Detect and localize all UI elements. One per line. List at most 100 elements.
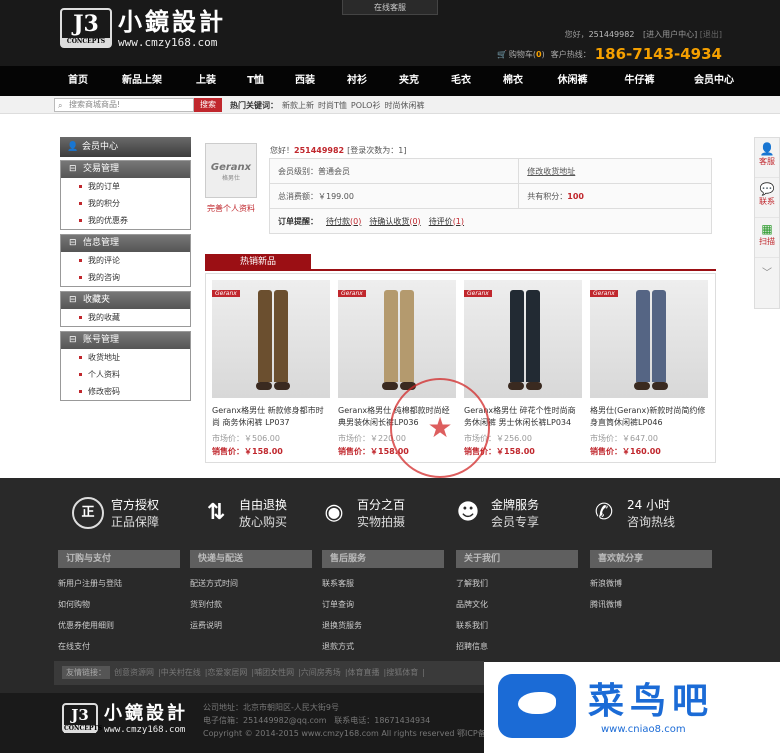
nav-item[interactable]: 新品上架 [110, 66, 174, 96]
footer-link[interactable]: 联系客服 [322, 573, 444, 594]
nav-item[interactable]: 上装 [186, 66, 226, 96]
hot-keyword-link[interactable]: 时尚休闲裤 [384, 101, 424, 110]
sidebar-group-header[interactable]: ⊟ 信息管理 [61, 235, 190, 252]
friend-link[interactable]: |中关村在线 [158, 668, 201, 677]
friend-links: 友情链接： 创意资源网 |中关村在线 |恋爱家居网 |哺团女性网 |六间房秀场 |体育直播 |… [54, 661, 484, 685]
nav-item[interactable]: 棉衣 [493, 66, 533, 96]
market-price: 市场价：￥506.00 [212, 434, 280, 443]
hot-keyword-link[interactable]: POLO衫 [351, 101, 381, 110]
friend-link[interactable]: |搜狐体育 [384, 668, 419, 677]
footer-link[interactable]: 腾讯微博 [590, 594, 712, 615]
complete-profile-link[interactable]: 完善个人资料 [207, 203, 255, 214]
footer-link[interactable]: 品牌文化 [456, 594, 578, 615]
service-line2: 正品保障 [111, 515, 160, 529]
friend-link[interactable]: |体育直播 [345, 668, 380, 677]
footer-column: 喜欢就分享 新浪微博 腾讯微博 [590, 550, 712, 615]
product-name[interactable]: 格男仕(Geranx)新款时尚简约修身直筒休闲裤LP046 [590, 405, 708, 429]
pending-receipt-link[interactable]: 待确认收货(0) [369, 216, 420, 227]
footer-link[interactable]: 如何购物 [58, 594, 180, 615]
cart-link[interactable]: 购物车(0) [509, 49, 545, 60]
footer-link[interactable]: 优惠券使用细则 [58, 615, 180, 636]
product-card[interactable]: Geranx 格男仕(Geranx)新款时尚简约修身直筒休闲裤LP046 市场价：￥… [590, 280, 708, 462]
product-card[interactable]: Geranx Geranx格男仕 新款修身都市时尚 商务休闲裤 LP037 市场价：… [212, 280, 330, 462]
product-image[interactable]: Geranx [212, 280, 330, 398]
product-name[interactable]: Geranx格男仕 新款修身都市时尚 商务休闲裤 LP037 [212, 405, 330, 429]
friend-link[interactable]: 创意资源网 [114, 668, 154, 677]
logo-title: 小鏡設計 [118, 7, 226, 36]
nav-item[interactable]: 夹克 [389, 66, 429, 96]
collapse-icon[interactable]: ⊟ [69, 332, 77, 349]
sidebar-item[interactable]: 我的订单 [61, 178, 190, 195]
nav-item[interactable]: 休闲裤 [545, 66, 600, 96]
tab-hot-new[interactable]: 热销新品 [205, 254, 311, 271]
footer-link[interactable]: 运费说明 [190, 615, 312, 636]
sidebar-item[interactable]: 我的收藏 [61, 309, 190, 326]
nav-item[interactable]: 毛衣 [441, 66, 481, 96]
hot-keyword-link[interactable]: 时尚T恤 [318, 101, 347, 110]
chevron-down-icon[interactable]: ﹀ [755, 258, 779, 279]
footer-link[interactable]: 联系我们 [456, 615, 578, 636]
sidebar-item[interactable]: 收货地址 [61, 349, 190, 366]
sidebar-group-header[interactable]: ⊟ 账号管理 [61, 332, 190, 349]
sale-label: 销售价： [590, 447, 622, 456]
rightbar-contact[interactable]: 💬 联系 [755, 178, 779, 218]
pending-review-link[interactable]: 待评价(1) [429, 216, 464, 227]
sidebar-item[interactable]: 修改密码 [61, 383, 190, 400]
footer-link[interactable]: 新浪微博 [590, 573, 712, 594]
rightbar-service[interactable]: 👤 客服 [755, 138, 779, 178]
search-input[interactable]: ⌕ 搜索商城商品! [54, 98, 194, 112]
service-line1: 自由退换 [239, 498, 288, 512]
footer-link[interactable]: 配送方式时间 [190, 573, 312, 594]
rightbar-scan[interactable]: ▦ 扫描 [755, 218, 779, 258]
sidebar-item[interactable]: 我的评论 [61, 252, 190, 269]
sidebar-group: ⊟ 信息管理 我的评论 我的咨询 [60, 234, 191, 287]
friend-link[interactable]: | [422, 668, 425, 677]
sidebar-item[interactable]: 我的咨询 [61, 269, 190, 286]
pending-payment-link[interactable]: 待付款(0) [326, 216, 361, 227]
search-button[interactable]: 搜索 [194, 98, 222, 112]
sidebar-item[interactable]: 我的积分 [61, 195, 190, 212]
cart-icon[interactable]: 🛒 [497, 50, 507, 59]
user-center-link[interactable]: [进入用户中心] [643, 30, 697, 39]
logout-link[interactable]: [退出] [700, 30, 722, 39]
collapse-icon[interactable]: ⊟ [69, 235, 77, 252]
hot-keyword-link[interactable]: 新款上新 [282, 101, 314, 110]
sidebar-group-title: 收藏夹 [83, 295, 111, 305]
collapse-icon[interactable]: ⊟ [69, 292, 77, 309]
sidebar-group-header[interactable]: ⊟ 交易管理 [61, 161, 190, 178]
site-logo[interactable]: J3 CONCEPTS 小鏡設計 www.cmzy168.com [60, 8, 226, 49]
nav-item[interactable]: 首页 [58, 66, 98, 96]
nav-item[interactable]: 衬衫 [337, 66, 377, 96]
edit-address-link[interactable]: 修改收货地址 [527, 167, 575, 176]
service-line2: 咨询热线 [627, 515, 676, 529]
sale-label: 销售价： [338, 447, 370, 456]
collapse-icon[interactable]: ⊟ [69, 161, 77, 178]
nav-item[interactable]: T恤 [238, 66, 273, 96]
search-bar: ⌕ 搜索商城商品! 搜索 热门关键词： 新款上新 时尚T恤 POLO衫 时尚休闲裤 [0, 96, 780, 114]
product-image[interactable]: Geranx [590, 280, 708, 398]
nav-item[interactable]: 会员中心 [679, 66, 749, 96]
brand-tag: Geranx [212, 290, 240, 297]
online-service-tab[interactable]: 在线客服 [342, 0, 438, 15]
nav-item[interactable]: 牛仔裤 [612, 66, 667, 96]
footer-link[interactable]: 退换货服务 [322, 615, 444, 636]
avatar: Geranx 格男仕 [205, 143, 257, 198]
footer-link[interactable]: 招聘信息 [456, 636, 578, 657]
sidebar-item[interactable]: 个人资料 [61, 366, 190, 383]
sidebar-group-title: 账号管理 [83, 335, 120, 345]
sidebar-item[interactable]: 我的优惠券 [61, 212, 190, 229]
footer-link[interactable]: 了解我们 [456, 573, 578, 594]
product-image[interactable]: Geranx [464, 280, 582, 398]
footer-link[interactable]: 退款方式 [322, 636, 444, 657]
sidebar-group-header[interactable]: ⊟ 收藏夹 [61, 292, 190, 309]
footer-link[interactable]: 新用户注册与登陆 [58, 573, 180, 594]
footer-link[interactable]: 在线支付 [58, 636, 180, 657]
hotline-label: 客户热线： [550, 49, 591, 59]
footer-link[interactable]: 订单查询 [322, 594, 444, 615]
friend-link[interactable]: |六间房秀场 [298, 668, 341, 677]
friend-link[interactable]: |恋爱家居网 [205, 668, 248, 677]
friend-link[interactable]: |哺团女性网 [251, 668, 294, 677]
footer-link[interactable]: 货到付款 [190, 594, 312, 615]
nav-item[interactable]: 西装 [285, 66, 325, 96]
sale-price: 销售价：￥160.00 [590, 446, 708, 457]
